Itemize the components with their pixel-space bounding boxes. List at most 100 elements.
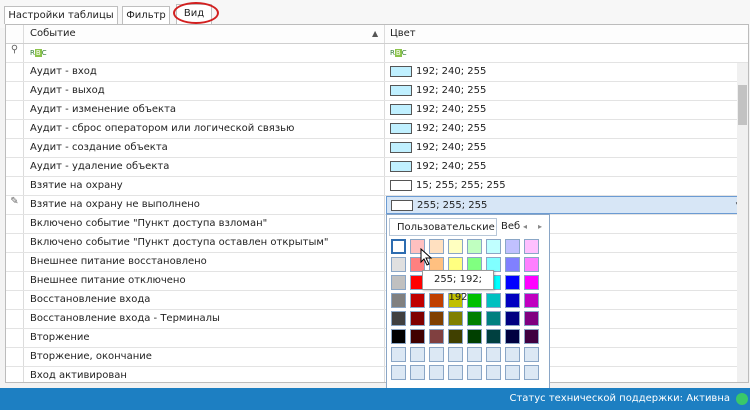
event-cell[interactable]: Восстановление входа - Терминалы [30,310,220,328]
event-cell[interactable]: Восстановление входа [30,291,150,309]
palette-color-cell[interactable] [524,365,539,380]
table-row[interactable]: Аудит - выход 192; 240; 255 [6,82,748,101]
palette-color-cell[interactable] [391,347,406,362]
filter-color-cell[interactable]: RBC [390,44,407,62]
palette-color-cell[interactable] [448,311,463,326]
table-row[interactable]: Взятие на охрану 15; 255; 255; 255 [6,177,748,196]
palette-color-cell[interactable] [505,257,520,272]
palette-color-cell[interactable] [467,329,482,344]
color-editor[interactable]: ▾255; 255; 255 [386,196,748,214]
palette-color-cell[interactable] [448,347,463,362]
palette-color-cell[interactable] [505,329,520,344]
palette-color-cell[interactable] [448,239,463,254]
event-cell[interactable]: Внешнее питание отключено [30,272,186,290]
color-cell[interactable]: 192; 240; 255 [390,63,486,81]
palette-color-cell[interactable] [524,311,539,326]
arrow-right-icon[interactable]: ▸ [538,218,542,236]
palette-color-cell[interactable] [524,239,539,254]
palette-color-cell[interactable] [391,275,406,290]
event-cell[interactable]: Аудит - выход [30,82,105,100]
table-row[interactable]: Включено событие "Пункт доступа оставлен… [6,234,748,253]
palette-color-cell[interactable] [524,275,539,290]
color-cell[interactable]: 192; 240; 255 [390,82,486,100]
color-cell[interactable]: 15; 255; 255; 255 [390,177,506,195]
tab-table-settings[interactable]: Настройки таблицы [4,6,118,24]
palette-color-cell[interactable] [391,311,406,326]
palette-color-cell[interactable] [524,257,539,272]
event-cell[interactable]: Аудит - изменение объекта [30,101,176,119]
color-cell[interactable]: 255; 255; 255 [391,197,487,215]
color-cell[interactable]: 192; 240; 255 [390,120,486,138]
palette-color-cell[interactable] [524,347,539,362]
palette-color-cell[interactable] [467,311,482,326]
event-cell[interactable]: Взятие на охрану [30,177,123,195]
palette-color-cell[interactable] [486,311,501,326]
palette-color-cell[interactable] [505,311,520,326]
event-cell[interactable]: Вторжение [30,329,90,347]
palette-color-cell[interactable] [505,347,520,362]
palette-color-cell[interactable] [429,329,444,344]
palette-color-cell[interactable] [391,293,406,308]
palette-color-cell[interactable] [505,365,520,380]
table-row[interactable]: Вторжение, окончание [6,348,748,367]
filter-event-cell[interactable]: RBC [30,44,47,62]
color-cell[interactable]: 192; 240; 255 [390,139,486,157]
event-cell[interactable]: Включено событие "Пункт доступа оставлен… [30,234,329,252]
tab-view[interactable]: Вид [173,2,219,25]
palette-color-cell[interactable] [448,329,463,344]
palette-color-cell[interactable] [391,257,406,272]
palette-color-cell[interactable] [505,293,520,308]
scrollbar-thumb[interactable] [738,85,747,125]
palette-color-cell[interactable] [391,365,406,380]
palette-color-cell[interactable] [410,329,425,344]
palette-color-cell[interactable] [410,365,425,380]
tab-filter[interactable]: Фильтр [122,6,170,24]
palette-color-cell[interactable] [486,365,501,380]
palette-color-cell[interactable] [467,293,482,308]
palette-color-cell[interactable] [410,293,425,308]
event-cell[interactable]: Взятие на охрану не выполнено [30,196,200,214]
table-row[interactable]: Включено событие "Пункт доступа взломан" [6,215,748,234]
palette-color-cell[interactable] [429,347,444,362]
palette-color-cell[interactable] [467,347,482,362]
vertical-scrollbar[interactable] [737,63,748,382]
column-header-color[interactable]: Цвет [390,25,416,43]
palette-color-cell[interactable] [486,347,501,362]
table-row[interactable]: Аудит - вход 192; 240; 255 [6,63,748,82]
palette-color-cell[interactable] [448,365,463,380]
table-row[interactable]: ✎ Взятие на охрану не выполнено ▾255; 255;… [6,196,748,215]
table-row[interactable]: Аудит - изменение объекта 192; 240; 255 [6,101,748,120]
palette-color-cell[interactable] [467,365,482,380]
event-cell[interactable]: Аудит - сброс оператором или логической … [30,120,294,138]
table-row[interactable]: Внешнее питание отключено [6,272,748,291]
column-divider[interactable] [384,25,385,43]
palette-color-cell[interactable] [524,329,539,344]
palette-color-cell[interactable] [429,293,444,308]
color-cell[interactable]: 192; 240; 255 [390,101,486,119]
table-row[interactable]: Аудит - сброс оператором или логической … [6,120,748,139]
palette-color-cell[interactable] [467,239,482,254]
tab-web-colors[interactable]: Веб [501,218,520,236]
table-row[interactable]: Вход активирован [6,367,748,382]
event-cell[interactable]: Аудит - вход [30,63,97,81]
event-cell[interactable]: Аудит - удаление объекта [30,158,169,176]
palette-color-cell[interactable] [410,311,425,326]
event-cell[interactable]: Аудит - создание объекта [30,139,168,157]
event-cell[interactable]: Внешнее питание восстановлено [30,253,207,271]
event-cell[interactable]: Вторжение, окончание [30,348,152,366]
palette-color-cell[interactable] [486,329,501,344]
palette-color-cell[interactable] [505,275,520,290]
arrow-left-icon[interactable]: ◂ [523,218,527,236]
palette-color-cell[interactable] [391,239,406,254]
table-row[interactable]: Восстановление входа - Терминалы [6,310,748,329]
table-row[interactable]: Внешнее питание восстановлено [6,253,748,272]
palette-color-cell[interactable] [391,329,406,344]
table-row[interactable]: Вторжение [6,329,748,348]
tab-custom-colors[interactable]: Пользовательские [389,218,497,236]
palette-color-cell[interactable] [486,293,501,308]
palette-color-cell[interactable] [429,311,444,326]
color-cell[interactable]: 192; 240; 255 [390,158,486,176]
palette-color-cell[interactable] [505,239,520,254]
palette-color-cell[interactable] [486,239,501,254]
event-cell[interactable]: Вход активирован [30,367,127,382]
